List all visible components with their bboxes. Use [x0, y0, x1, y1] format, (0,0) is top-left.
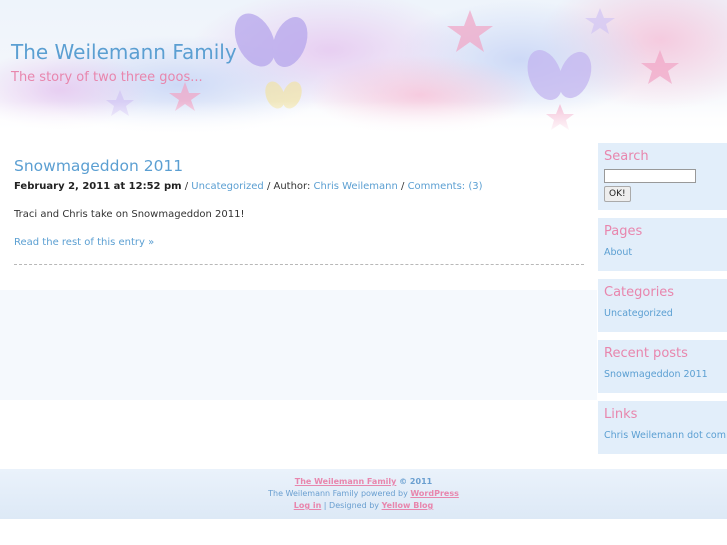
post-meta: February 2, 2011 at 12:52 pm / Uncategor…	[14, 181, 483, 192]
category-link-uncategorized[interactable]: Uncategorized	[604, 308, 721, 319]
author-prefix: / Author:	[263, 181, 314, 192]
pages-widget: Pages About	[598, 218, 727, 271]
post-date: February 2, 2011 at 12:52 pm	[14, 181, 182, 192]
recent-posts-widget-title: Recent posts	[604, 346, 688, 361]
post-excerpt: Traci and Chris take on Snowmageddon 201…	[14, 209, 245, 220]
links-widget-title: Links	[604, 407, 638, 422]
footer-copyright: © 2011	[396, 477, 433, 486]
links-widget: Links Chris Weilemann dot com	[598, 401, 727, 454]
search-widget-title: Search	[604, 149, 649, 164]
meta-separator: /	[181, 181, 192, 192]
footer-copyright-line: The Weilemann Family © 2011	[0, 477, 727, 486]
categories-widget: Categories Uncategorized	[598, 279, 727, 332]
footer-credits-line: Log in | Designed by Yellow Blog	[0, 501, 727, 510]
search-widget: Search OK!	[598, 143, 727, 210]
site-header: The Weilemann Family The story of two th…	[0, 0, 727, 135]
post-category-link[interactable]: Uncategorized	[191, 181, 263, 192]
blogroll-link[interactable]: Chris Weilemann dot com	[604, 430, 726, 441]
content-background-band	[0, 290, 597, 400]
post-author-link[interactable]: Chris Weilemann	[314, 181, 398, 192]
search-submit-button[interactable]: OK!	[604, 186, 631, 202]
post-divider	[14, 264, 584, 265]
pages-widget-title: Pages	[604, 224, 643, 239]
search-input[interactable]	[604, 169, 696, 183]
recent-posts-widget: Recent posts Snowmageddon 2011	[598, 340, 727, 393]
meta-separator: /	[397, 181, 408, 192]
footer-powered-text: The Weilemann Family powered by	[268, 489, 411, 498]
footer-site-link[interactable]: The Weilemann Family	[295, 477, 397, 486]
site-tagline: The story of two three goos...	[11, 70, 203, 85]
read-more-link[interactable]: Read the rest of this entry »	[14, 237, 154, 248]
recent-post-link[interactable]: Snowmageddon 2011	[604, 369, 721, 380]
footer-powered-line: The Weilemann Family powered by WordPres…	[0, 489, 727, 498]
post-title[interactable]: Snowmageddon 2011	[14, 157, 183, 175]
site-title[interactable]: The Weilemann Family	[11, 40, 237, 64]
categories-widget-title: Categories	[604, 285, 675, 300]
wordpress-link[interactable]: WordPress	[410, 489, 458, 498]
header-banner-artwork	[0, 0, 727, 135]
page-link-about[interactable]: About	[604, 247, 721, 258]
site-footer: The Weilemann Family © 2011 The Weileman…	[0, 469, 727, 519]
designer-link[interactable]: Yellow Blog	[382, 501, 434, 510]
post-comments-link[interactable]: Comments: (3)	[408, 181, 483, 192]
login-link[interactable]: Log in	[294, 501, 322, 510]
footer-designed-text: | Designed by	[321, 501, 382, 510]
